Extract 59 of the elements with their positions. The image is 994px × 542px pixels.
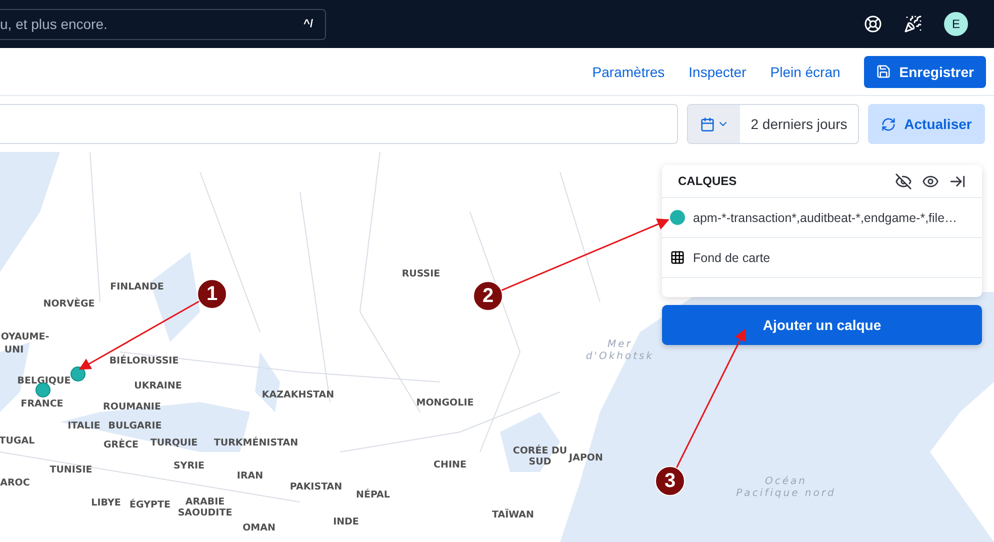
country-label: OYAUME- xyxy=(0,331,50,343)
annotation-number: 2 xyxy=(473,281,503,311)
sea-label: Océan Pacifique nord xyxy=(736,476,836,500)
country-label: ARABIE SAOUDITE xyxy=(176,496,234,520)
country-label: TURKMÉNISTAN xyxy=(214,437,298,449)
country-label: NÉPAL xyxy=(356,489,390,501)
country-label: OMAN xyxy=(242,522,276,534)
sea-label: Mer d'Okhotsk xyxy=(584,339,656,363)
shortcut-hint: ^/ xyxy=(304,18,313,30)
query-field[interactable] xyxy=(0,104,678,144)
add-layer-button[interactable]: Ajouter un calque xyxy=(662,305,982,345)
country-label: INDE xyxy=(333,516,359,528)
country-label: BIÉLORUSSIE xyxy=(109,355,179,367)
country-label: CORÉE DU SUD xyxy=(512,446,568,468)
country-label: LIBYE xyxy=(91,497,121,509)
user-avatar[interactable]: E xyxy=(944,12,968,36)
panel-title: CALQUES xyxy=(678,174,737,188)
save-button[interactable]: Enregistrer xyxy=(864,56,986,88)
country-label: NORVÈGE xyxy=(43,298,95,310)
search-placeholder: u, et plus encore. xyxy=(0,16,108,32)
toolbar-link[interactable]: Inspecter xyxy=(688,64,746,80)
country-label: BELGIQUE xyxy=(17,375,71,387)
map-point[interactable] xyxy=(70,366,86,382)
layer-name[interactable]: Fond de carte xyxy=(693,250,770,264)
party-popper-icon[interactable] xyxy=(904,15,922,33)
toolbar-link[interactable]: Plein écran xyxy=(770,64,840,80)
refresh-button[interactable]: Actualiser xyxy=(868,104,985,144)
country-label: ROUMANIE xyxy=(103,401,161,413)
toolbar-link[interactable]: Paramètres xyxy=(592,64,665,80)
country-label: UNI xyxy=(4,344,24,356)
country-label: RUSSIE xyxy=(402,268,440,280)
country-label: CHINE xyxy=(434,459,466,471)
save-icon xyxy=(876,64,892,79)
search-field[interactable]: u, et plus encore. ^/ xyxy=(0,8,326,40)
country-label: TAÏWAN xyxy=(492,509,534,521)
country-label: PAKISTAN xyxy=(290,481,342,493)
country-label: BULGARIE xyxy=(108,420,162,432)
date-quick-menu-button[interactable] xyxy=(688,105,740,143)
layer-name[interactable]: apm-*-transaction*,auditbeat-*,endgame-*,file… xyxy=(693,210,958,224)
country-label: IRAN xyxy=(236,470,264,482)
country-label: ÉGYPTE xyxy=(130,499,170,511)
country-label: MONGOLIE xyxy=(416,397,474,409)
help-icon[interactable] xyxy=(864,15,882,33)
hide-all-icon[interactable] xyxy=(895,172,912,190)
country-label: TUNISIE xyxy=(50,464,92,476)
country-label: ITALIE xyxy=(68,420,100,432)
calendar-icon xyxy=(700,116,714,132)
annotation-number: 1 xyxy=(197,279,227,309)
grid-icon xyxy=(670,250,685,265)
country-label: TURQUIE xyxy=(150,437,198,449)
country-label: FRANCE xyxy=(20,398,64,410)
refresh-icon xyxy=(881,116,896,132)
country-label: SYRIE xyxy=(173,460,205,472)
country-label: GRÈCE xyxy=(103,439,139,451)
country-label: FINLANDE xyxy=(110,281,164,293)
country-label: AROC xyxy=(0,477,30,489)
country-label: KAZAKHSTAN xyxy=(262,389,334,401)
country-label: JAPON xyxy=(569,452,603,464)
country-label: UKRAINE xyxy=(134,380,182,392)
